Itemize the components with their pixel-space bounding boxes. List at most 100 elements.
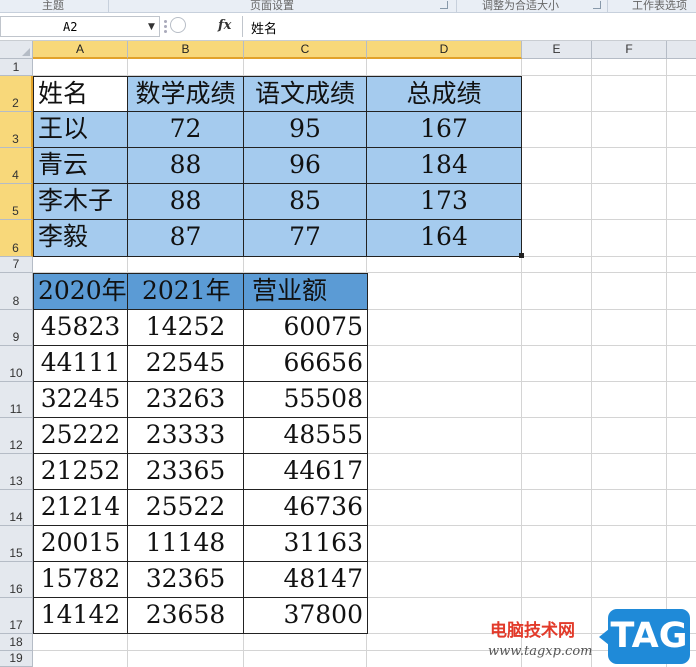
row-header-8[interactable]: 8 [0, 273, 33, 310]
row-header-4[interactable]: 4 [0, 148, 33, 184]
row-header-16[interactable]: 16 [0, 562, 33, 598]
row-header-14[interactable]: 14 [0, 490, 33, 526]
cell-c5[interactable]: 85 [244, 184, 367, 220]
row-header-6[interactable]: 6 [0, 220, 33, 257]
dialog-launcher-icon[interactable] [593, 1, 601, 9]
column-header-c[interactable]: C [244, 41, 367, 59]
gridline [33, 272, 696, 273]
row-header-1[interactable]: 1 [0, 59, 33, 76]
cell-a8[interactable]: 2020年 [34, 274, 128, 310]
row-header-19[interactable]: 19 [0, 651, 33, 667]
watermark-site-name: 电脑技术网 [490, 621, 575, 641]
cell-c9[interactable]: 60075 [244, 310, 368, 346]
cell-a13[interactable]: 21252 [34, 454, 128, 490]
cell-a4[interactable]: 青云 [34, 148, 128, 184]
column-header-f[interactable]: F [592, 41, 667, 59]
cell-c2[interactable]: 语文成绩 [244, 77, 367, 112]
cell-a10[interactable]: 44111 [34, 346, 128, 382]
cell-b11[interactable]: 23263 [128, 382, 244, 418]
cell-b12[interactable]: 23333 [128, 418, 244, 454]
cell-b17[interactable]: 23658 [128, 598, 244, 634]
ribbon-group-themes[interactable]: 主题 [42, 0, 64, 12]
column-header-d[interactable]: D [367, 41, 522, 59]
cell-b14[interactable]: 25522 [128, 490, 244, 526]
cell-c14[interactable]: 46736 [244, 490, 368, 526]
column-header-g[interactable] [667, 41, 696, 59]
cell-c8[interactable]: 营业额 [244, 274, 368, 310]
column-header-e[interactable]: E [522, 41, 592, 59]
ribbon-group-sheet-options[interactable]: 工作表选项 [632, 0, 687, 12]
cell-d2[interactable]: 总成绩 [367, 77, 522, 112]
worksheet-grid[interactable]: A B C D E F 1 2 3 4 5 6 7 8 9 10 11 12 1… [0, 41, 696, 667]
cell-b5[interactable]: 88 [128, 184, 244, 220]
row-header-18[interactable]: 18 [0, 634, 33, 651]
formula-input[interactable]: 姓名 [242, 16, 696, 37]
chevron-down-icon[interactable]: ▼ [148, 22, 155, 32]
row-header-12[interactable]: 12 [0, 418, 33, 454]
insert-function-icon[interactable]: fx [218, 18, 231, 33]
cell-c16[interactable]: 48147 [244, 562, 368, 598]
cell-a15[interactable]: 20015 [34, 526, 128, 562]
cell-b9[interactable]: 14252 [128, 310, 244, 346]
column-header-a[interactable]: A [33, 41, 128, 59]
column-header-b[interactable]: B [128, 41, 244, 59]
cell-a2[interactable]: 姓名 [34, 77, 128, 112]
ribbon-separator [456, 0, 457, 12]
cell-b6[interactable]: 87 [128, 220, 244, 257]
cell-d6[interactable]: 164 [367, 220, 522, 257]
select-all-button[interactable] [0, 41, 33, 59]
cell-c3[interactable]: 95 [244, 112, 367, 148]
cell-b3[interactable]: 72 [128, 112, 244, 148]
cell-b15[interactable]: 11148 [128, 526, 244, 562]
name-box[interactable]: A2 ▼ [0, 16, 160, 37]
cell-a12[interactable]: 25222 [34, 418, 128, 454]
cell-b4[interactable]: 88 [128, 148, 244, 184]
cell-a17[interactable]: 14142 [34, 598, 128, 634]
cell-d3[interactable]: 167 [367, 112, 522, 148]
row-header-13[interactable]: 13 [0, 454, 33, 490]
ribbon-group-bar: 主题 页面设置 调整为合适大小 工作表选项 [0, 0, 696, 13]
cell-a5[interactable]: 李木子 [34, 184, 128, 220]
row-header-17[interactable]: 17 [0, 598, 33, 634]
watermark-url: www.tagxp.com [488, 644, 593, 659]
row-header-9[interactable]: 9 [0, 310, 33, 346]
cell-c13[interactable]: 44617 [244, 454, 368, 490]
cell-a16[interactable]: 15782 [34, 562, 128, 598]
row-header-7[interactable]: 7 [0, 257, 33, 273]
cell-b10[interactable]: 22545 [128, 346, 244, 382]
row-header-3[interactable]: 3 [0, 112, 33, 148]
cell-b16[interactable]: 32365 [128, 562, 244, 598]
cell-c12[interactable]: 48555 [244, 418, 368, 454]
cell-c10[interactable]: 66656 [244, 346, 368, 382]
ribbon-separator [607, 0, 608, 12]
cell-c11[interactable]: 55508 [244, 382, 368, 418]
cell-a14[interactable]: 21214 [34, 490, 128, 526]
ribbon-group-page-setup[interactable]: 页面设置 [250, 0, 294, 12]
tag-logo: TAG [599, 609, 690, 664]
dialog-launcher-icon[interactable] [440, 1, 448, 9]
cell-b2[interactable]: 数学成绩 [128, 77, 244, 112]
cell-b8[interactable]: 2021年 [128, 274, 244, 310]
cell-b13[interactable]: 23365 [128, 454, 244, 490]
cell-a11[interactable]: 32245 [34, 382, 128, 418]
cell-a6[interactable]: 李毅 [34, 220, 128, 257]
row-header-11[interactable]: 11 [0, 382, 33, 418]
cell-c17[interactable]: 37800 [244, 598, 368, 634]
cell-d4[interactable]: 184 [367, 148, 522, 184]
cell-c4[interactable]: 96 [244, 148, 367, 184]
cell-a9[interactable]: 45823 [34, 310, 128, 346]
cell-c15[interactable]: 31163 [244, 526, 368, 562]
row-header-5[interactable]: 5 [0, 184, 33, 220]
cell-d5[interactable]: 173 [367, 184, 522, 220]
cell-c6[interactable]: 77 [244, 220, 367, 257]
formula-bar-resize-handle[interactable] [163, 18, 169, 35]
cell-a3[interactable]: 王以 [34, 112, 128, 148]
ribbon-group-scale-to-fit[interactable]: 调整为合适大小 [482, 0, 559, 12]
gridline [33, 75, 696, 76]
row-header-15[interactable]: 15 [0, 526, 33, 562]
fill-handle[interactable] [519, 253, 524, 258]
formula-text: 姓名 [251, 22, 278, 37]
row-header-2[interactable]: 2 [0, 76, 33, 112]
row-header-10[interactable]: 10 [0, 346, 33, 382]
formula-bar-buttons: fx [170, 16, 238, 37]
